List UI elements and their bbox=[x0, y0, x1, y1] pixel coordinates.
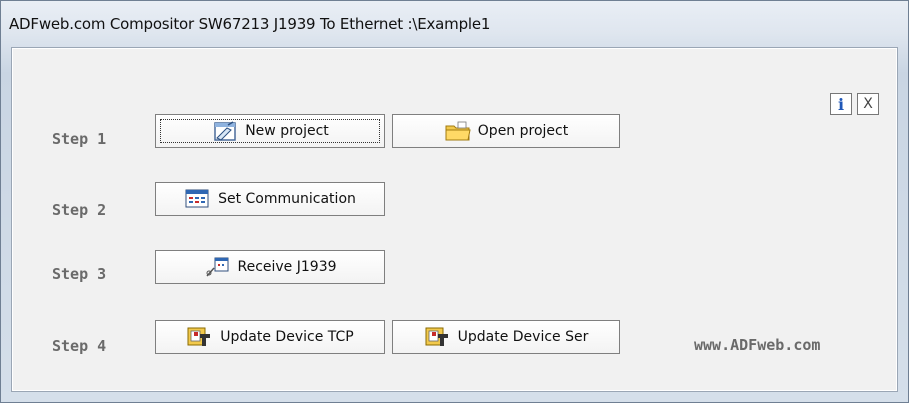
update-device-ser-label: Update Device Ser bbox=[457, 329, 589, 345]
step-4-label: Step 4 bbox=[52, 337, 107, 355]
communication-settings-icon bbox=[184, 188, 212, 210]
receive-j1939-label: Receive J1939 bbox=[237, 259, 337, 275]
new-project-label: New project bbox=[245, 123, 329, 139]
receive-j1939-button[interactable]: Receive J1939 bbox=[155, 250, 385, 284]
update-device-tcp-button[interactable]: Update Device TCP bbox=[155, 320, 385, 354]
new-project-icon bbox=[211, 120, 239, 142]
step-1-label: Step 1 bbox=[52, 130, 107, 148]
set-communication-button[interactable]: Set Communication bbox=[155, 182, 385, 216]
main-panel: i X Step 1 Step 2 Step 3 Step 4 New proj… bbox=[11, 47, 898, 392]
update-device-icon bbox=[424, 326, 452, 348]
new-project-button[interactable]: New project bbox=[155, 114, 385, 148]
folder-icon bbox=[444, 120, 472, 142]
step-3-label: Step 3 bbox=[52, 265, 107, 283]
update-device-icon bbox=[186, 326, 214, 348]
window-title: ADFweb.com Compositor SW67213 J1939 To E… bbox=[9, 15, 491, 33]
open-project-button[interactable]: Open project bbox=[392, 114, 620, 148]
close-icon: X bbox=[863, 96, 873, 112]
update-device-ser-button[interactable]: Update Device Ser bbox=[392, 320, 620, 354]
set-communication-label: Set Communication bbox=[218, 191, 356, 207]
website-link[interactable]: www.ADFweb.com bbox=[694, 336, 820, 354]
step-2-label: Step 2 bbox=[52, 201, 107, 219]
receive-icon bbox=[203, 256, 231, 278]
open-project-label: Open project bbox=[477, 123, 569, 139]
info-icon: i bbox=[837, 94, 845, 114]
info-button[interactable]: i bbox=[830, 93, 852, 115]
update-device-tcp-label: Update Device TCP bbox=[220, 329, 354, 345]
app-window: ADFweb.com Compositor SW67213 J1939 To E… bbox=[0, 0, 909, 403]
close-button[interactable]: X bbox=[857, 93, 879, 115]
